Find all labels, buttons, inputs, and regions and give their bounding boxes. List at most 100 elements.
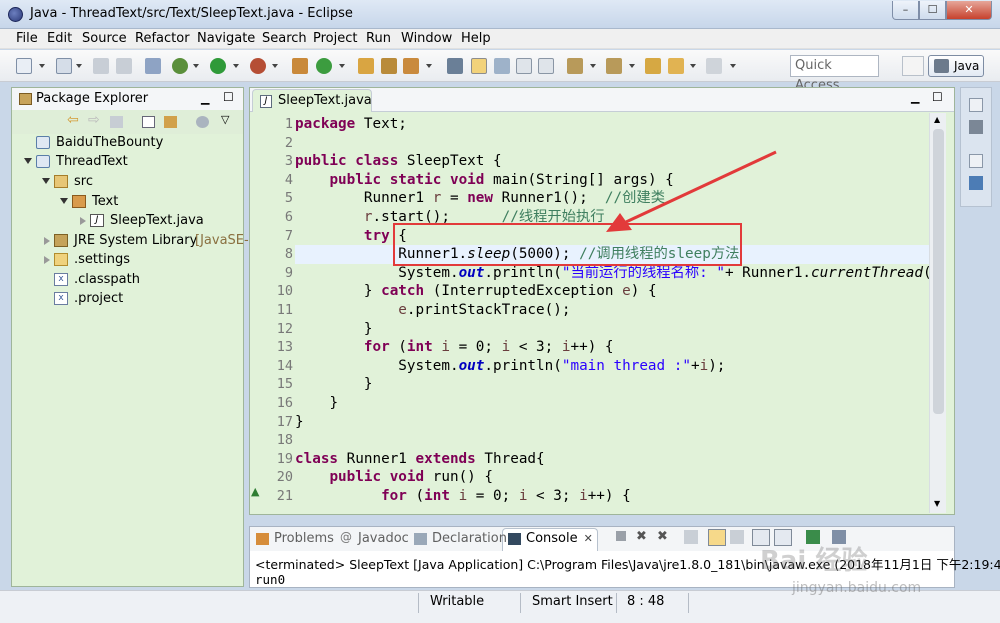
- forward-icon[interactable]: [706, 58, 722, 74]
- menu-window[interactable]: Window: [401, 31, 452, 46]
- next-annotation-icon[interactable]: [567, 58, 583, 74]
- wizard-dropdown-icon[interactable]: [76, 64, 82, 68]
- close-icon[interactable]: ✕: [584, 532, 593, 545]
- maximize-view-icon[interactable]: ☐: [223, 90, 234, 104]
- new-dropdown-icon[interactable]: [39, 64, 45, 68]
- minimize-view-icon[interactable]: ▁: [201, 92, 209, 105]
- open-perspective-icon[interactable]: [902, 56, 924, 76]
- close-button[interactable]: ✕: [946, 1, 992, 20]
- menu-help[interactable]: Help: [461, 31, 491, 46]
- link-with-editor-icon[interactable]: [164, 116, 177, 128]
- toggle-word-wrap-icon[interactable]: [471, 58, 487, 74]
- skip-breakpoints-icon[interactable]: [145, 58, 161, 74]
- code-line-19: class Runner1 extends Thread{: [295, 450, 545, 467]
- toggle-mark-occurrences-icon[interactable]: [447, 58, 463, 74]
- menu-source[interactable]: Source: [82, 31, 127, 46]
- collapsed-arrow-icon[interactable]: [80, 217, 86, 225]
- project-icon: [36, 136, 50, 149]
- collapse-all-icon[interactable]: [142, 116, 155, 128]
- back-icon[interactable]: [668, 58, 684, 74]
- restore-icon[interactable]: [969, 98, 983, 112]
- expanded-arrow-icon[interactable]: [24, 158, 32, 164]
- scroll-lock-icon[interactable]: [708, 529, 726, 546]
- previous-annotation-dropdown-icon[interactable]: [629, 64, 635, 68]
- search-icon[interactable]: [403, 58, 419, 74]
- new-class-icon[interactable]: [316, 58, 332, 74]
- word-wrap-icon[interactable]: [730, 530, 744, 544]
- code-line-20: public void run() {: [329, 469, 494, 486]
- package-explorer-tab[interactable]: Package Explorer ✕: [14, 88, 154, 127]
- debug-icon[interactable]: [172, 58, 188, 74]
- terminate-icon[interactable]: [616, 531, 626, 541]
- menu-run[interactable]: Run: [366, 31, 391, 46]
- scroll-down-icon[interactable]: ▼: [934, 499, 940, 508]
- tab-problems[interactable]: Problems: [256, 531, 334, 546]
- menu-search[interactable]: Search: [262, 31, 307, 46]
- quick-access-input[interactable]: Quick Access: [790, 55, 879, 93]
- line-number: 5: [284, 190, 293, 207]
- back-arrow-icon[interactable]: ⇦: [67, 112, 80, 128]
- filters-icon[interactable]: [196, 116, 209, 128]
- scroll-up-icon[interactable]: ▲: [934, 115, 940, 124]
- editor-tab-sleeptext[interactable]: J SleepText.java ✕: [252, 89, 372, 129]
- tab-declaration[interactable]: Declaration: [414, 531, 507, 546]
- line-number: 9: [284, 264, 293, 281]
- last-edit-icon[interactable]: [645, 58, 661, 74]
- maximize-editor-icon[interactable]: ☐: [932, 90, 943, 104]
- block-selection-icon[interactable]: [494, 58, 510, 74]
- open-task-icon[interactable]: [381, 58, 397, 74]
- up-icon[interactable]: [110, 116, 123, 128]
- expanded-arrow-icon[interactable]: [60, 198, 68, 204]
- debug-dropdown-icon[interactable]: [193, 64, 199, 68]
- clear-console-icon[interactable]: [684, 530, 698, 544]
- run-dropdown-icon[interactable]: [233, 64, 239, 68]
- external-tools-dropdown-icon[interactable]: [272, 64, 278, 68]
- new-package-icon[interactable]: [292, 58, 308, 74]
- new-class-dropdown-icon[interactable]: [339, 64, 345, 68]
- maximize-button[interactable]: ☐: [919, 1, 946, 20]
- outline-icon[interactable]: [969, 120, 983, 134]
- collapsed-arrow-icon[interactable]: [44, 256, 50, 264]
- run-icon[interactable]: [210, 58, 226, 74]
- save-all-icon[interactable]: [116, 58, 132, 74]
- java-perspective-button[interactable]: Java: [928, 55, 984, 77]
- menu-file[interactable]: File: [16, 31, 38, 46]
- menu-refactor[interactable]: Refactor: [135, 31, 190, 46]
- expanded-arrow-icon[interactable]: [42, 178, 50, 184]
- menu-project[interactable]: Project: [313, 31, 357, 46]
- tab-javadoc[interactable]: @ Javadoc: [340, 530, 409, 546]
- remove-all-icon[interactable]: ✖: [657, 529, 668, 544]
- forward-arrow-icon[interactable]: ⇨: [88, 112, 101, 128]
- menu-navigate[interactable]: Navigate: [197, 31, 255, 46]
- new-wizard-icon[interactable]: [56, 58, 72, 74]
- line-number: 4: [284, 171, 293, 188]
- scrollbar-thumb[interactable]: [933, 129, 944, 414]
- open-type-icon[interactable]: [358, 58, 374, 74]
- previous-annotation-icon[interactable]: [606, 58, 622, 74]
- restore-icon[interactable]: [969, 154, 983, 168]
- code-area[interactable]: package Text; public class SleepText { p…: [295, 113, 929, 513]
- console-output[interactable]: run0: [255, 572, 285, 587]
- forward-dropdown-icon[interactable]: [730, 64, 736, 68]
- menu-edit[interactable]: Edit: [47, 31, 72, 46]
- collapsed-arrow-icon[interactable]: [44, 237, 50, 245]
- back-dropdown-icon[interactable]: [690, 64, 696, 68]
- minimize-editor-icon[interactable]: ▁: [911, 91, 919, 104]
- search-dropdown-icon[interactable]: [426, 64, 432, 68]
- tab-console[interactable]: Console ✕: [508, 531, 593, 546]
- project-icon: [36, 155, 50, 168]
- remove-launch-icon[interactable]: ✖: [636, 529, 647, 544]
- new-icon[interactable]: [16, 58, 32, 74]
- line-number: 12: [276, 320, 293, 337]
- show-whitespace-icon[interactable]: [516, 58, 532, 74]
- status-writable: Writable: [430, 594, 485, 609]
- editor-vertical-scrollbar[interactable]: ▲ ▼: [929, 113, 946, 513]
- external-tools-icon[interactable]: [250, 58, 266, 74]
- source-folder-icon: [54, 175, 68, 188]
- save-icon[interactable]: [93, 58, 109, 74]
- pilcrow-icon[interactable]: [538, 58, 554, 74]
- view-menu-icon[interactable]: ▽: [221, 113, 234, 126]
- minimize-button[interactable]: –: [892, 1, 919, 20]
- task-list-icon[interactable]: [969, 176, 983, 190]
- next-annotation-dropdown-icon[interactable]: [590, 64, 596, 68]
